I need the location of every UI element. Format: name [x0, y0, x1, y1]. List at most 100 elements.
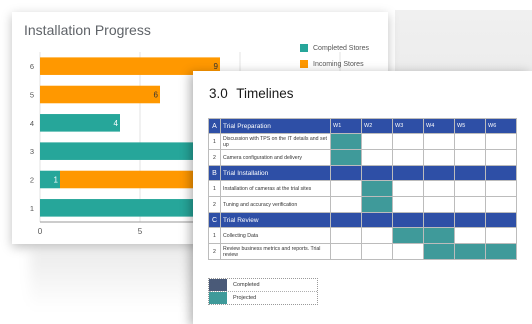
- empty-cell: [392, 149, 424, 166]
- header-cell: [423, 165, 455, 181]
- timeline-slide: 3.0 Timelines A Trial Preparation W1 W2 W3 W4…: [193, 71, 532, 324]
- legend-swatch: [209, 292, 227, 304]
- header-cell: [361, 165, 393, 181]
- empty-cell: [423, 133, 455, 150]
- week-header: W1: [330, 118, 362, 134]
- legend-label: Projected: [233, 295, 257, 301]
- header-cell: [454, 165, 486, 181]
- projected-cell: [361, 180, 393, 197]
- task-row: 1 Discussion with TPS on the IT details a…: [208, 133, 517, 150]
- task-row: 1 Installation of cameras at the trial si…: [208, 180, 517, 197]
- empty-cell: [423, 196, 455, 213]
- section-title: Timelines: [236, 86, 294, 101]
- header-cell: [361, 212, 393, 228]
- empty-cell: [485, 133, 517, 150]
- projected-cell: [361, 196, 393, 213]
- task-number: 1: [208, 180, 221, 197]
- projected-cell: [330, 149, 362, 166]
- data-label: 4: [114, 119, 119, 128]
- empty-cell: [454, 196, 486, 213]
- task-number: 1: [208, 133, 221, 150]
- task-row: 2 Review business metrics and reports. Tr…: [208, 243, 517, 260]
- section-name: Trial Installation: [220, 165, 331, 181]
- empty-cell: [330, 180, 362, 197]
- category-label: 4: [30, 119, 34, 128]
- data-label: 1: [54, 176, 59, 185]
- legend-label-completed: Completed Stores: [313, 44, 370, 52]
- week-header: W5: [454, 118, 486, 134]
- empty-cell: [330, 227, 362, 244]
- empty-cell: [454, 227, 486, 244]
- task-description: Review business metrics and reports. Tri…: [220, 243, 331, 260]
- legend-label-incoming: Incoming Stores: [313, 60, 364, 68]
- week-header: W4: [423, 118, 455, 134]
- task-number: 2: [208, 149, 221, 166]
- empty-cell: [361, 133, 393, 150]
- category-label: 6: [30, 62, 34, 71]
- section-letter: B: [208, 165, 221, 181]
- projected-cell: [392, 227, 424, 244]
- projected-cell: [423, 227, 455, 244]
- task-description: Tuning and accuracy verification: [220, 196, 331, 213]
- empty-cell: [423, 149, 455, 166]
- category-label: 3: [30, 147, 34, 156]
- section-header-c: C Trial Review: [208, 212, 517, 228]
- chart-legend: Completed Stores Incoming Stores: [300, 40, 369, 72]
- empty-cell: [454, 180, 486, 197]
- task-description: Collecting Data: [220, 227, 331, 244]
- empty-cell: [485, 149, 517, 166]
- task-row: 1 Collecting Data: [208, 227, 517, 244]
- task-number: 2: [208, 196, 221, 213]
- empty-cell: [330, 243, 362, 260]
- legend-row-projected: Projected: [209, 292, 317, 304]
- task-row: 2 Tuning and accuracy verification: [208, 196, 517, 213]
- header-cell: [392, 212, 424, 228]
- empty-cell: [485, 227, 517, 244]
- week-header: W2: [361, 118, 393, 134]
- task-number: 2: [208, 243, 221, 260]
- task-description: Installation of cameras at the trial sit…: [220, 180, 331, 197]
- x-tick-label: 5: [138, 227, 143, 236]
- section-letter: A: [208, 118, 221, 134]
- bar-completed-4: [40, 114, 120, 132]
- legend-swatch-incoming: [300, 60, 308, 68]
- legend-item-incoming: Incoming Stores: [300, 56, 369, 72]
- empty-cell: [392, 133, 424, 150]
- section-header-a: A Trial Preparation W1 W2 W3 W4 W5 W6: [208, 118, 517, 134]
- legend-swatch: [209, 279, 227, 291]
- section-name: Trial Preparation: [220, 118, 331, 134]
- empty-cell: [485, 196, 517, 213]
- projected-cell: [423, 243, 455, 260]
- projected-cell: [485, 243, 517, 260]
- projected-cell: [454, 243, 486, 260]
- empty-cell: [392, 180, 424, 197]
- data-label: 9: [214, 62, 219, 71]
- empty-cell: [361, 227, 393, 244]
- empty-cell: [485, 180, 517, 197]
- empty-cell: [361, 149, 393, 166]
- header-cell: [454, 212, 486, 228]
- empty-cell: [423, 180, 455, 197]
- bar-incoming-5: [40, 85, 160, 104]
- empty-cell: [392, 196, 424, 213]
- section-header-b: B Trial Installation: [208, 165, 517, 181]
- timeline-legend: Completed Projected: [208, 278, 318, 305]
- header-cell: [330, 212, 362, 228]
- task-row: 2 Camera configuration and delivery: [208, 149, 517, 166]
- legend-item-completed: Completed Stores: [300, 40, 369, 56]
- header-cell: [485, 165, 517, 181]
- week-header: W6: [485, 118, 517, 134]
- section-name: Trial Review: [220, 212, 331, 228]
- section-letter: C: [208, 212, 221, 228]
- legend-swatch-completed: [300, 44, 308, 52]
- legend-row-completed: Completed: [209, 279, 317, 292]
- x-tick-label: 0: [38, 227, 43, 236]
- category-label: 2: [30, 176, 34, 185]
- category-label: 1: [30, 204, 34, 213]
- task-description: Camera configuration and delivery: [220, 149, 331, 166]
- empty-cell: [361, 243, 393, 260]
- projected-cell: [330, 133, 362, 150]
- header-cell: [485, 212, 517, 228]
- empty-cell: [454, 133, 486, 150]
- section-number: 3.0: [209, 86, 228, 101]
